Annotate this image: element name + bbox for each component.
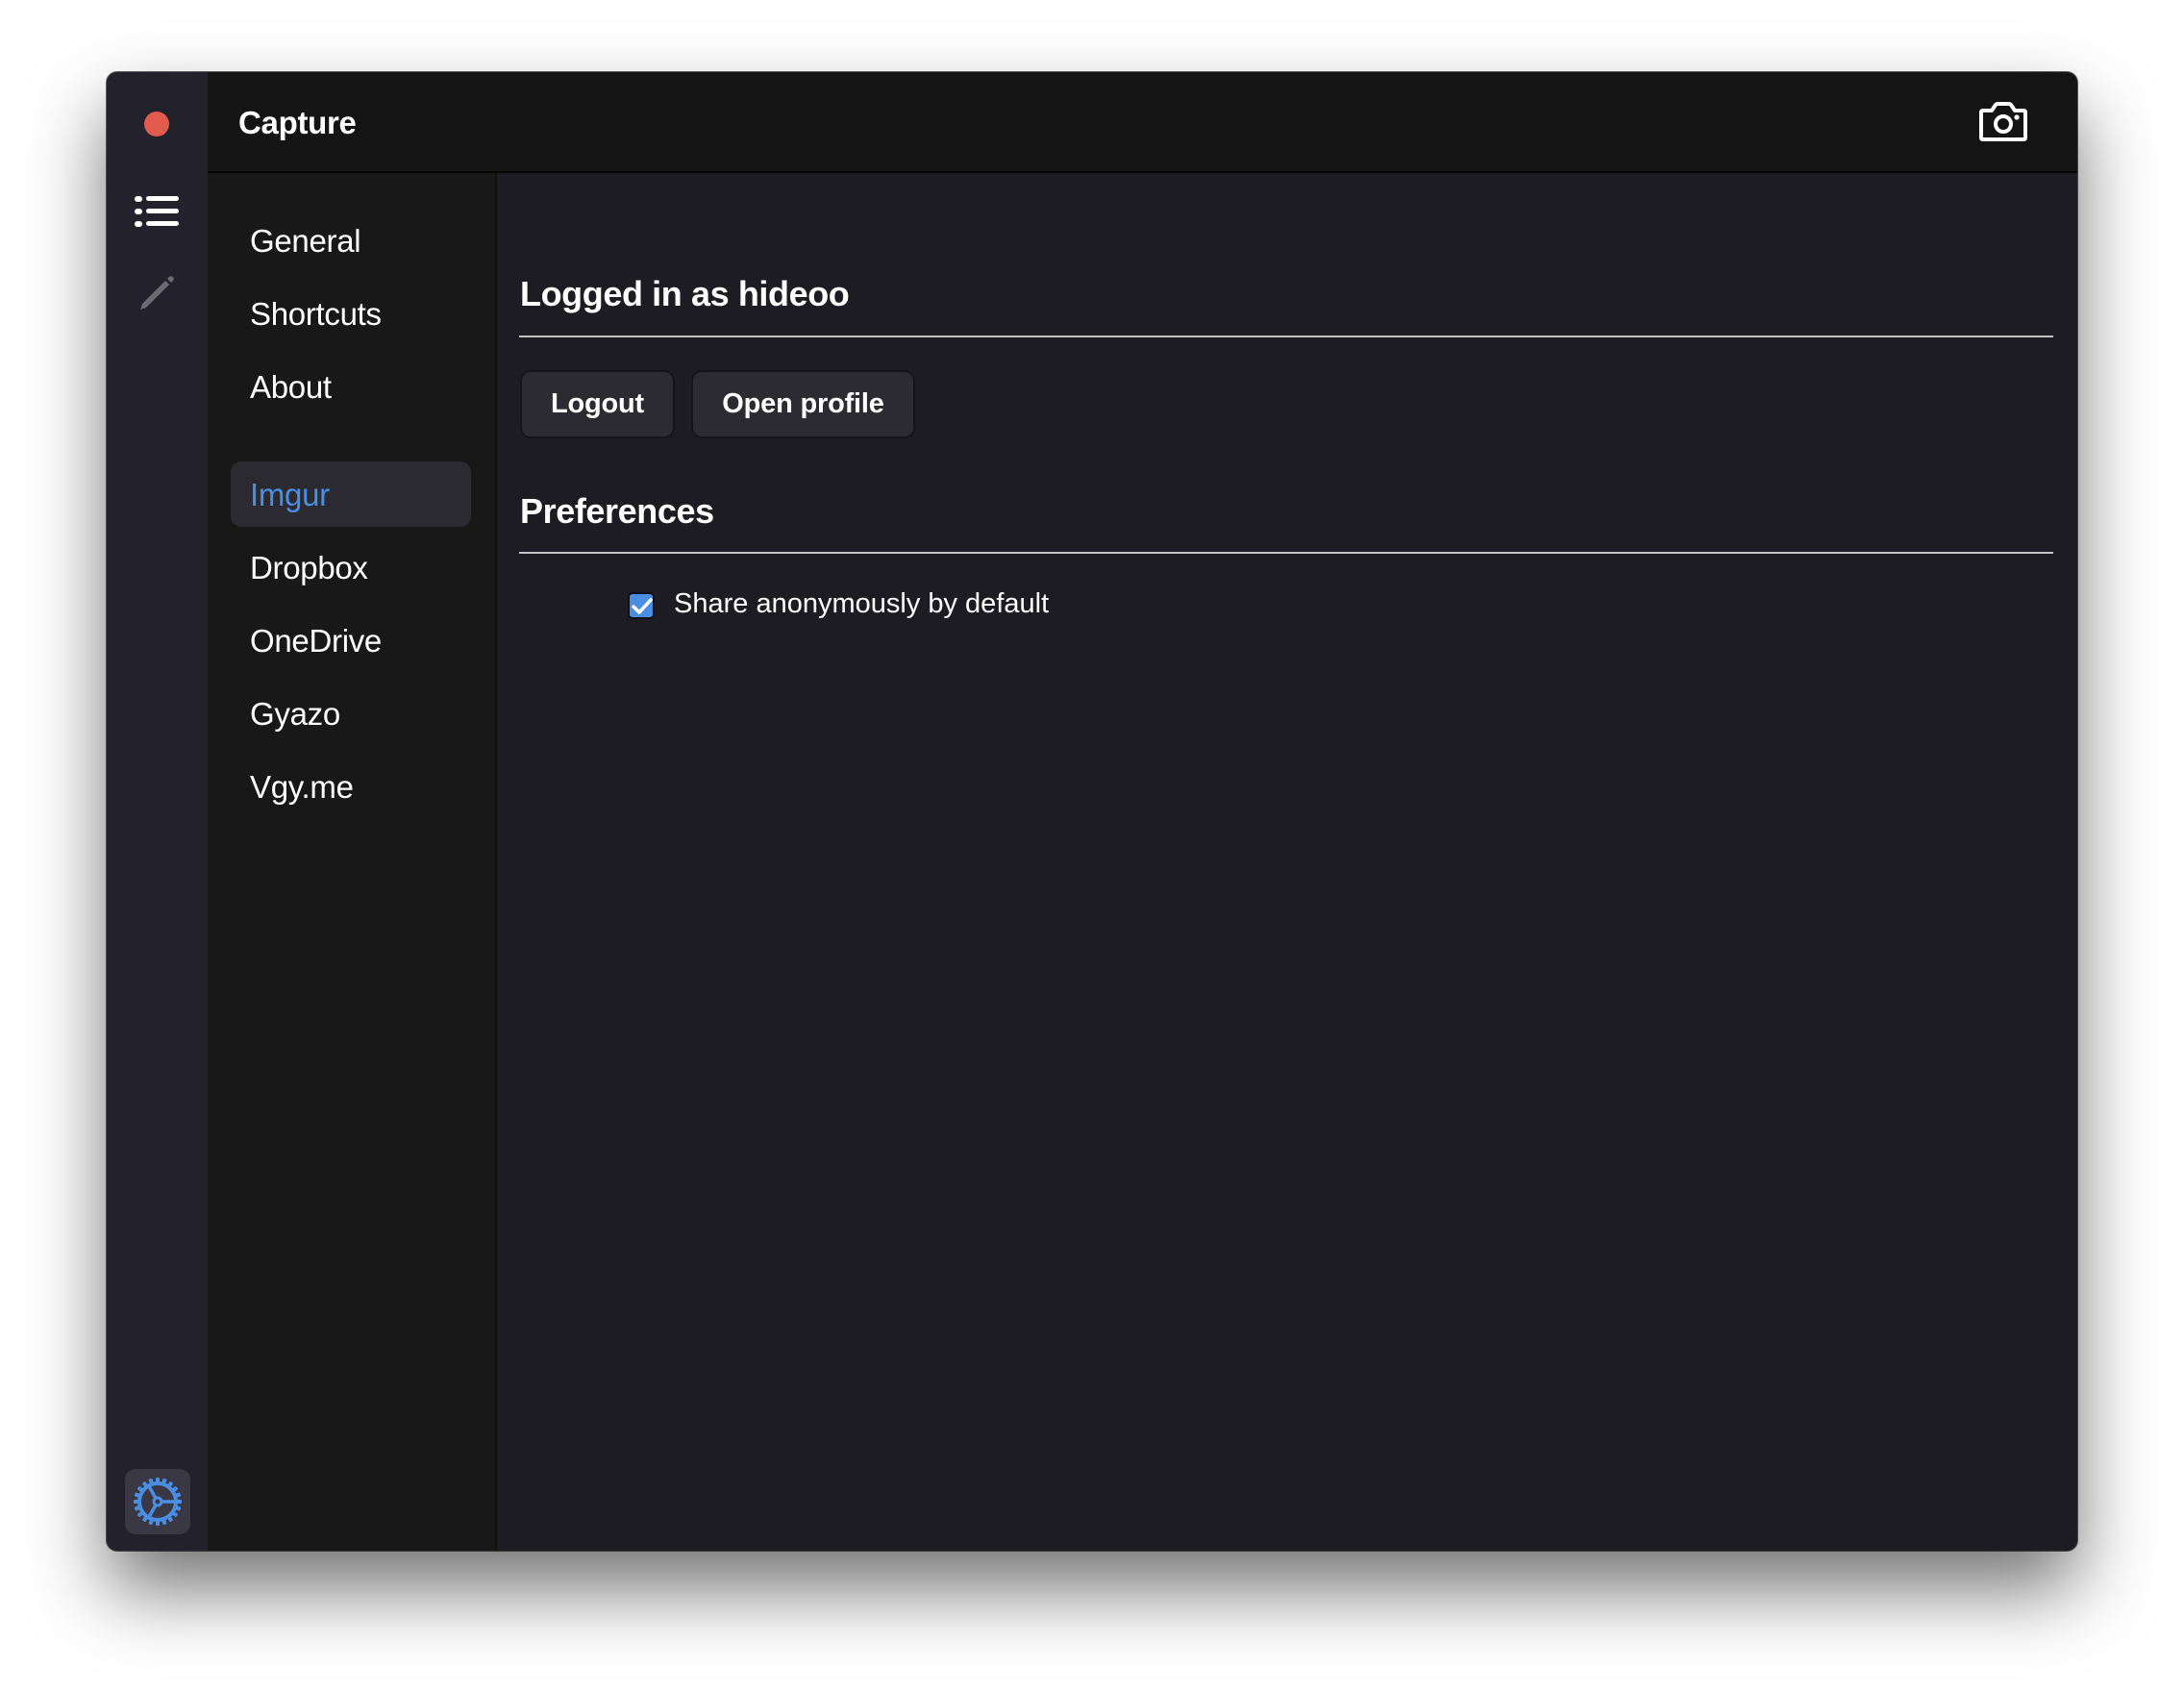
app-title: Capture [238,105,357,140]
logout-button[interactable]: Logout [520,370,675,438]
sidebar-item-imgur[interactable]: Imgur [231,461,471,527]
capture-button[interactable] [1979,101,2027,146]
divider [519,336,2053,337]
sidebar-item-label: About [250,369,332,405]
share-anonymously-label[interactable]: Share anonymously by default [674,588,1049,620]
sidebar-item-shortcuts[interactable]: Shortcuts [231,281,471,346]
preferences-title: Preferences [520,491,714,531]
icon-strip [107,72,208,1551]
sidebar-item-dropbox[interactable]: Dropbox [231,535,471,600]
gear-icon [134,1478,182,1526]
checkmark-icon [632,598,653,614]
list-icon[interactable] [135,196,179,227]
sidebar-item-label: Gyazo [250,696,340,732]
sidebar-item-general[interactable]: General [231,208,471,273]
sidebar-item-label: Imgur [250,477,330,512]
pencil-icon[interactable] [138,275,175,311]
sidebar-item-vgyme[interactable]: Vgy.me [231,754,471,819]
close-button[interactable] [144,112,169,137]
settings-button[interactable] [125,1469,190,1534]
title-bar: Capture [208,72,2077,173]
app-window: Capture General Shortcuts About Imgur Dr… [107,72,2077,1551]
camera-icon [1979,102,2027,141]
account-title: Logged in as hideoo [520,274,850,313]
settings-content: Logged in as hideoo Logout Open profile … [497,173,2077,1551]
share-anonymously-checkbox[interactable] [628,592,655,619]
settings-sidebar: General Shortcuts About Imgur Dropbox On… [208,173,497,1551]
sidebar-item-onedrive[interactable]: OneDrive [231,608,471,673]
sidebar-item-label: Dropbox [250,550,368,585]
sidebar-item-gyazo[interactable]: Gyazo [231,681,471,746]
sidebar-item-label: Shortcuts [250,296,382,332]
sidebar-item-label: General [250,223,361,259]
sidebar-item-about[interactable]: About [231,354,471,419]
sidebar-item-label: Vgy.me [250,769,354,805]
divider [519,552,2053,554]
sidebar-item-label: OneDrive [250,623,382,659]
open-profile-button[interactable]: Open profile [691,370,915,438]
